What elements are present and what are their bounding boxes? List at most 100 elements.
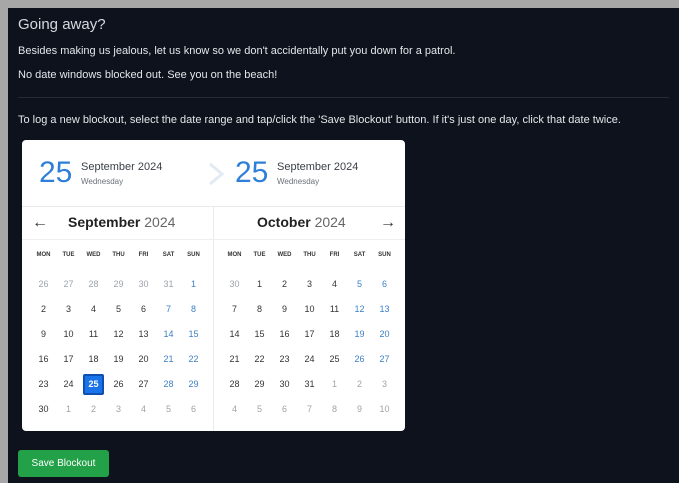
calendar-day[interactable]: 27 xyxy=(58,274,79,295)
calendar-day[interactable]: 8 xyxy=(324,399,345,420)
calendar-day[interactable]: 31 xyxy=(299,374,320,395)
calendar-day[interactable]: 28 xyxy=(224,374,245,395)
calendar-day[interactable]: 11 xyxy=(324,299,345,320)
calendar-day[interactable]: 13 xyxy=(374,299,395,320)
calendar-day[interactable]: 2 xyxy=(349,374,370,395)
calendar-day[interactable]: 27 xyxy=(374,349,395,370)
range-end-day: 25 xyxy=(235,156,269,189)
calendar-day[interactable]: 17 xyxy=(58,349,79,370)
calendar-day[interactable]: 20 xyxy=(133,349,154,370)
calendar-day[interactable]: 10 xyxy=(299,299,320,320)
calendar-day[interactable]: 24 xyxy=(58,374,79,395)
calendar-day[interactable]: 7 xyxy=(299,399,320,420)
weekday-header: SAT xyxy=(162,252,175,258)
calendar-day[interactable]: 14 xyxy=(158,324,179,345)
calendar-day[interactable]: 7 xyxy=(224,299,245,320)
calendar-day[interactable]: 19 xyxy=(108,349,129,370)
calendar-day[interactable]: 30 xyxy=(33,399,54,420)
calendar-day[interactable]: 2 xyxy=(83,399,104,420)
calendar-day[interactable]: 30 xyxy=(274,374,295,395)
next-month-icon[interactable]: → xyxy=(380,214,396,232)
range-header: 25 September 2024 Wednesday 25 September… xyxy=(22,140,405,207)
calendar-day[interactable]: 6 xyxy=(274,399,295,420)
calendar-day[interactable]: 4 xyxy=(224,399,245,420)
calendar-day[interactable]: 26 xyxy=(349,349,370,370)
calendar-day[interactable]: 29 xyxy=(183,374,204,395)
calendar-day[interactable]: 16 xyxy=(33,349,54,370)
calendar-day[interactable]: 2 xyxy=(33,299,54,320)
calendar-day[interactable]: 16 xyxy=(274,324,295,345)
calendar-day[interactable]: 31 xyxy=(158,274,179,295)
calendar-day[interactable]: 11 xyxy=(83,324,104,345)
calendar-day[interactable]: 1 xyxy=(324,374,345,395)
calendar-day[interactable]: 9 xyxy=(349,399,370,420)
calendar-day[interactable]: 10 xyxy=(374,399,395,420)
calendar-day[interactable]: 29 xyxy=(249,374,270,395)
calendar-day[interactable]: 12 xyxy=(349,299,370,320)
calendar-day[interactable]: 15 xyxy=(249,324,270,345)
calendar-day[interactable]: 4 xyxy=(324,274,345,295)
divider xyxy=(18,97,669,98)
left-month-name: September xyxy=(68,214,141,230)
calendar-day[interactable]: 3 xyxy=(299,274,320,295)
calendar-day[interactable]: 14 xyxy=(224,324,245,345)
calendar-day[interactable]: 23 xyxy=(274,349,295,370)
calendar-day[interactable]: 22 xyxy=(183,349,204,370)
calendar-day[interactable]: 3 xyxy=(108,399,129,420)
calendar-day[interactable]: 15 xyxy=(183,324,204,345)
calendar-day[interactable]: 5 xyxy=(158,399,179,420)
calendar-day[interactable]: 8 xyxy=(249,299,270,320)
calendar-day[interactable]: 8 xyxy=(183,299,204,320)
prev-month-icon[interactable]: ← xyxy=(32,214,48,232)
calendar-day[interactable]: 25 xyxy=(83,374,104,395)
calendar-day[interactable]: 1 xyxy=(183,274,204,295)
calendar-day[interactable]: 18 xyxy=(324,324,345,345)
calendar-day[interactable]: 5 xyxy=(249,399,270,420)
calendar-day[interactable]: 30 xyxy=(224,274,245,295)
left-month-title: September 2024 xyxy=(68,214,175,246)
calendar-day[interactable]: 21 xyxy=(224,349,245,370)
calendar-day[interactable]: 1 xyxy=(249,274,270,295)
calendar-day[interactable]: 30 xyxy=(133,274,154,295)
calendar-day[interactable]: 22 xyxy=(249,349,270,370)
calendar-day[interactable]: 6 xyxy=(374,274,395,295)
weekday-header: WED xyxy=(277,252,292,258)
save-blockout-button[interactable]: Save Blockout xyxy=(18,450,109,477)
calendar-day[interactable]: 18 xyxy=(83,349,104,370)
page-title: Going away? xyxy=(18,16,106,33)
right-month-name: October xyxy=(257,214,311,230)
weekday-header: WED xyxy=(86,252,101,258)
calendar-day[interactable]: 26 xyxy=(33,274,54,295)
calendar-day[interactable]: 13 xyxy=(133,324,154,345)
calendar-day[interactable]: 28 xyxy=(83,274,104,295)
calendar-day[interactable]: 6 xyxy=(133,299,154,320)
right-month-title: October 2024 xyxy=(257,214,346,246)
weekday-header: THU xyxy=(303,252,316,258)
calendar-day[interactable]: 27 xyxy=(133,374,154,395)
calendar-day[interactable]: 12 xyxy=(108,324,129,345)
calendar-day[interactable]: 28 xyxy=(158,374,179,395)
calendar-day[interactable]: 7 xyxy=(158,299,179,320)
calendar-day[interactable]: 9 xyxy=(274,299,295,320)
calendar-day[interactable]: 17 xyxy=(299,324,320,345)
calendar-day[interactable]: 23 xyxy=(33,374,54,395)
weekday-header: FRI xyxy=(329,252,340,258)
calendar-day[interactable]: 6 xyxy=(183,399,204,420)
calendar-day[interactable]: 9 xyxy=(33,324,54,345)
calendar-day[interactable]: 29 xyxy=(108,274,129,295)
calendar-day[interactable]: 3 xyxy=(58,299,79,320)
calendar-day[interactable]: 26 xyxy=(108,374,129,395)
calendar-day[interactable]: 19 xyxy=(349,324,370,345)
calendar-day[interactable]: 4 xyxy=(133,399,154,420)
calendar-day[interactable]: 21 xyxy=(158,349,179,370)
calendar-day[interactable]: 5 xyxy=(108,299,129,320)
calendar-day[interactable]: 20 xyxy=(374,324,395,345)
calendar-day[interactable]: 1 xyxy=(58,399,79,420)
calendar-day[interactable]: 5 xyxy=(349,274,370,295)
calendar-day[interactable]: 2 xyxy=(274,274,295,295)
calendar-day[interactable]: 24 xyxy=(299,349,320,370)
calendar-day[interactable]: 10 xyxy=(58,324,79,345)
calendar-day[interactable]: 3 xyxy=(374,374,395,395)
calendar-day[interactable]: 4 xyxy=(83,299,104,320)
calendar-day[interactable]: 25 xyxy=(324,349,345,370)
